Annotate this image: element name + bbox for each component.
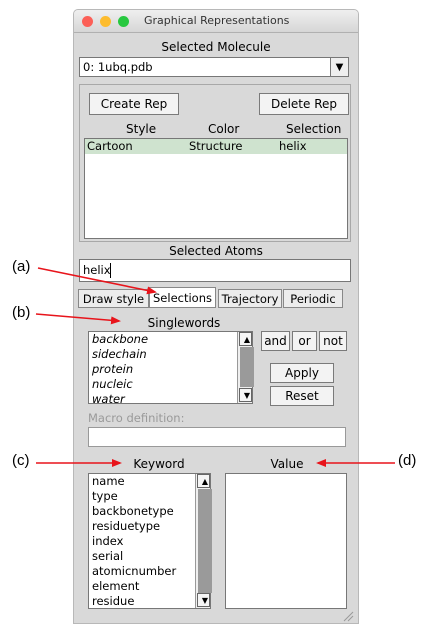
annotation-arrow-b xyxy=(35,313,121,325)
annotation-arrows xyxy=(35,267,395,467)
annotation-arrow-a xyxy=(37,267,157,295)
